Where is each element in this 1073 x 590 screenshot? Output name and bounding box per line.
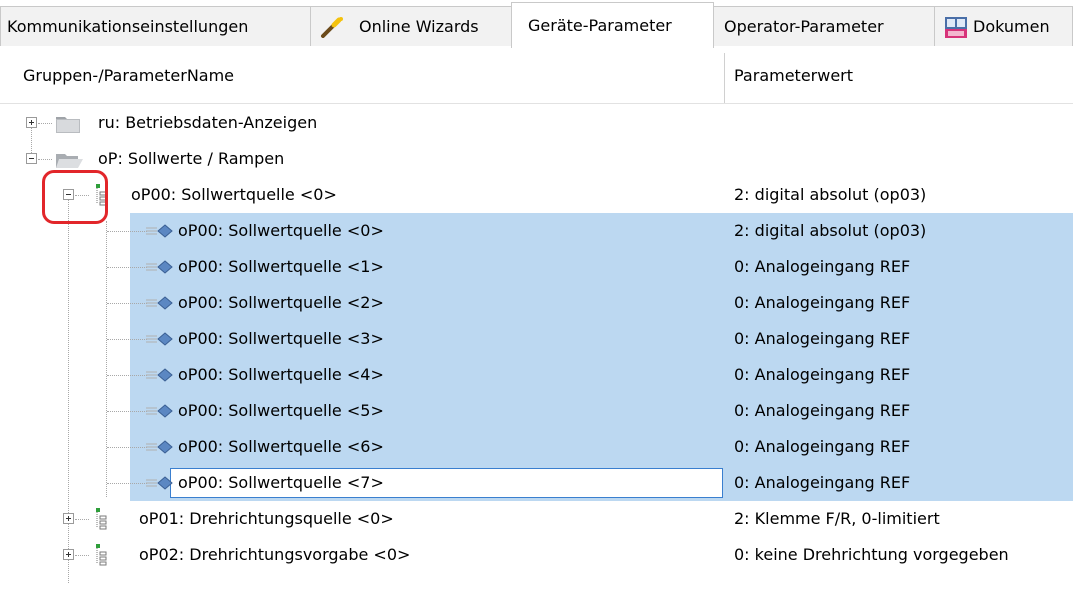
tree-row-label: oP00: Sollwertquelle <2> [178, 293, 384, 312]
collapse-minus-icon[interactable] [26, 153, 37, 164]
tree-connector [107, 267, 147, 268]
tab-operator-parameter[interactable]: Operator-Parameter [713, 6, 935, 46]
tree-row-set[interactable]: oP00: Sollwertquelle <2> 0: Analogeingan… [0, 285, 1073, 321]
parameter-value[interactable]: 2: digital absolut (op03) [734, 213, 926, 249]
column-header-name[interactable]: Gruppen-/ParameterName [23, 47, 234, 103]
tree-row-label: oP00: Sollwertquelle <0> [178, 221, 384, 240]
parameter-value-icon [146, 224, 173, 238]
tree-connector [107, 447, 147, 448]
parameter-value-icon [146, 332, 173, 346]
keb-document-icon [945, 16, 967, 38]
highlight-annotation [42, 170, 108, 224]
tree-connector [107, 411, 147, 412]
tree-connector [107, 303, 147, 304]
parameter-set-icon [96, 544, 107, 566]
tree-row-label: oP00: Sollwertquelle <3> [178, 329, 384, 348]
tree-row-parameter-op02[interactable]: oP02: Drehrichtungsvorgabe <0> 0: keine … [0, 537, 1073, 573]
tree-row-parameter-op01[interactable]: oP01: Drehrichtungsquelle <0> 2: Klemme … [0, 501, 1073, 537]
tree-connector [38, 123, 52, 124]
parameter-value[interactable]: 0: Analogeingang REF [734, 357, 910, 393]
tree-row-set-focused[interactable]: oP00: Sollwertquelle <7> 0: Analogeingan… [0, 465, 1073, 501]
tree-row-label: oP00: Sollwertquelle <4> [178, 365, 384, 384]
parameter-value[interactable]: 0: Analogeingang REF [734, 429, 910, 465]
tab-label: Dokumen [973, 17, 1050, 36]
tree-row-label: ru: Betriebsdaten-Anzeigen [98, 113, 318, 132]
parameter-value-icon [146, 404, 173, 418]
tab-label: Geräte-Parameter [528, 16, 672, 35]
parameter-tree-grid: Gruppen-/ParameterName Parameterwert ru:… [0, 47, 1073, 590]
parameter-value[interactable]: 0: Analogeingang REF [734, 285, 910, 321]
parameter-value[interactable]: 0: Analogeingang REF [734, 393, 910, 429]
tab-online-wizards[interactable]: Online Wizards [310, 6, 512, 46]
parameter-value[interactable]: 0: Analogeingang REF [734, 321, 910, 357]
wand-icon [321, 16, 343, 38]
expand-plus-icon[interactable] [63, 549, 74, 560]
tree-row-label: oP00: Sollwertquelle <0> [131, 185, 337, 204]
tree-connector [107, 483, 147, 484]
tab-label: Kommunikationseinstellungen [7, 17, 249, 36]
folder-open-icon [56, 154, 83, 168]
parameter-value-icon [146, 260, 173, 274]
tab-bar: Kommunikationseinstellungen Online Wizar… [0, 0, 1073, 48]
tree-connector [107, 339, 147, 340]
parameter-value[interactable]: 0: keine Drehrichtung vorgegeben [734, 537, 1009, 573]
tab-label: Online Wizards [359, 17, 479, 36]
tree-row-group-ru[interactable]: ru: Betriebsdaten-Anzeigen [0, 105, 1073, 141]
tree-row-label: oP02: Drehrichtungsvorgabe <0> [139, 545, 411, 564]
tree-row-set[interactable]: oP00: Sollwertquelle <1> 0: Analogeingan… [0, 249, 1073, 285]
tree-row-label: oP01: Drehrichtungsquelle <0> [139, 509, 394, 528]
parameter-value-icon [146, 368, 173, 382]
parameter-value-icon [146, 440, 173, 454]
tab-geraete-parameter[interactable]: Geräte-Parameter [511, 2, 714, 48]
tree-row-set[interactable]: oP00: Sollwertquelle <3> 0: Analogeingan… [0, 321, 1073, 357]
tree-connector [107, 375, 147, 376]
parameter-value-icon [146, 296, 173, 310]
tree-row-label: oP00: Sollwertquelle <1> [178, 257, 384, 276]
tree-row-parameter-op00[interactable]: oP00: Sollwertquelle <0> 2: digital abso… [0, 177, 1073, 213]
parameter-set-icon [96, 508, 107, 530]
parameter-value[interactable]: 2: Klemme F/R, 0-limitiert [734, 501, 940, 537]
parameter-value[interactable]: 0: Analogeingang REF [734, 249, 910, 285]
column-header-value[interactable]: Parameterwert [734, 47, 853, 103]
folder-closed-icon [56, 117, 80, 133]
tree-row-group-op[interactable]: oP: Sollwerte / Rampen [0, 141, 1073, 177]
parameter-value-icon [146, 476, 173, 490]
column-divider[interactable] [724, 53, 725, 103]
column-header-row: Gruppen-/ParameterName Parameterwert [0, 47, 1073, 104]
tree-row-label: oP00: Sollwertquelle <6> [178, 437, 384, 456]
tree-row-set[interactable]: oP00: Sollwertquelle <0> 2: digital abso… [0, 213, 1073, 249]
tab-label: Operator-Parameter [724, 17, 884, 36]
tab-dokumentation[interactable]: Dokumen [934, 6, 1073, 46]
tree-row-label: oP: Sollwerte / Rampen [98, 149, 285, 168]
expand-plus-icon[interactable] [26, 117, 37, 128]
tree-row-set[interactable]: oP00: Sollwertquelle <6> 0: Analogeingan… [0, 429, 1073, 465]
tree-row-label: oP00: Sollwertquelle <5> [178, 401, 384, 420]
tree-connector [107, 231, 147, 232]
tree-connector [75, 519, 89, 520]
tree-row-set[interactable]: oP00: Sollwertquelle <4> 0: Analogeingan… [0, 357, 1073, 393]
expand-plus-icon[interactable] [63, 513, 74, 524]
tab-kommunikationseinstellungen[interactable]: Kommunikationseinstellungen [0, 6, 311, 46]
parameter-value[interactable]: 2: digital absolut (op03) [734, 177, 926, 213]
tree-row-label: oP00: Sollwertquelle <7> [178, 473, 384, 492]
tree-connector [75, 555, 89, 556]
tree-connector [38, 159, 52, 160]
tree-row-set[interactable]: oP00: Sollwertquelle <5> 0: Analogeingan… [0, 393, 1073, 429]
parameter-value[interactable]: 0: Analogeingang REF [734, 465, 910, 501]
